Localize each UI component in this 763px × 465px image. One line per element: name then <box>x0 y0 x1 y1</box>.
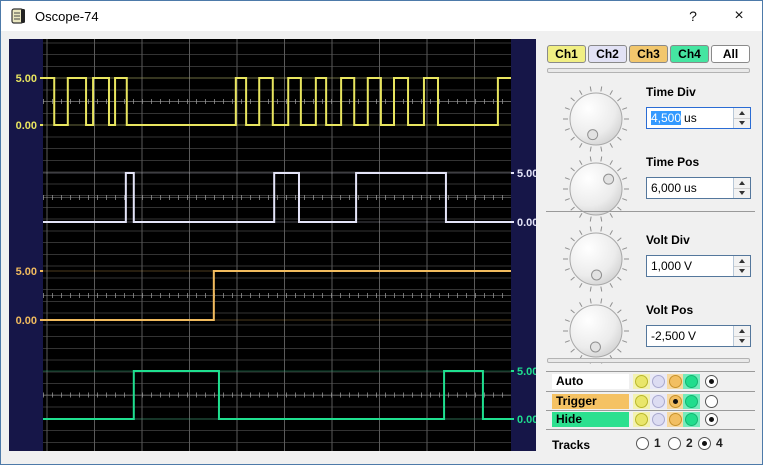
hide-ch1-radio[interactable] <box>633 412 650 427</box>
spin-down-icon[interactable] <box>734 336 750 346</box>
time-div-unit: us <box>684 111 697 125</box>
time-div-value: 4,500 <box>651 111 682 125</box>
svg-text:5.00: 5.00 <box>16 73 37 85</box>
spin-down-icon[interactable] <box>734 188 750 198</box>
hide-ch4-radio[interactable] <box>683 412 700 427</box>
svg-text:5.00: 5.00 <box>517 168 536 180</box>
time-pos-spinbox[interactable]: 6,000 us <box>646 177 751 199</box>
volt-div-spinbox[interactable]: 1,000 V <box>646 255 751 277</box>
channel-button-ch4[interactable]: Ch4 <box>670 45 709 63</box>
spin-down-icon[interactable] <box>734 118 750 128</box>
svg-text:5.00: 5.00 <box>16 266 37 278</box>
separator-groove <box>547 68 750 73</box>
trigger-ch1-radio[interactable] <box>633 394 650 409</box>
separator-groove <box>547 358 750 363</box>
volt-pos-spinbox[interactable]: -2,500 V <box>646 325 751 347</box>
tracks-option-4[interactable]: 4 <box>698 436 723 450</box>
spinner-arrows <box>733 108 750 128</box>
separator <box>546 211 755 212</box>
trigger-none-radio[interactable] <box>703 394 720 409</box>
channel-button-row: Ch1 Ch2 Ch3 Ch4 All <box>547 45 750 63</box>
spin-up-icon[interactable] <box>734 256 750 267</box>
time-pos-label: Time Pos <box>646 155 700 169</box>
auto-none-radio[interactable] <box>703 374 720 389</box>
hide-ch3-radio[interactable] <box>667 412 684 427</box>
volt-div-knob[interactable] <box>558 221 634 297</box>
volt-div-value: 1,000 <box>651 259 682 273</box>
time-pos-value: 6,000 <box>651 181 682 195</box>
channel-button-all[interactable]: All <box>711 45 750 63</box>
time-pos-unit: us <box>684 181 697 195</box>
auto-ch3-radio[interactable] <box>667 374 684 389</box>
tracks-radio-row: 124 <box>546 436 755 454</box>
app-window: Oscope-74 ? × 5.000.005.000.005.000.005.… <box>0 0 763 465</box>
svg-text:0.00: 0.00 <box>16 120 37 132</box>
spinner-arrows <box>733 178 750 198</box>
titlebar: Oscope-74 ? × <box>1 1 762 31</box>
hide-none-radio[interactable] <box>703 412 720 427</box>
svg-text:0.00: 0.00 <box>517 414 536 426</box>
tracks-option-1[interactable]: 1 <box>636 436 661 450</box>
trigger-radio-row <box>546 394 755 409</box>
app-icon <box>11 8 27 24</box>
time-div-label: Time Div <box>646 85 696 99</box>
auto-ch2-radio[interactable] <box>650 374 667 389</box>
help-button[interactable]: ? <box>670 1 716 31</box>
time-div-spinbox[interactable]: 4,500 us <box>646 107 751 129</box>
channel-button-ch2[interactable]: Ch2 <box>588 45 627 63</box>
trigger-ch3-radio[interactable] <box>667 394 684 409</box>
auto-ch1-radio[interactable] <box>633 374 650 389</box>
window-title: Oscope-74 <box>35 8 99 24</box>
trigger-ch2-radio[interactable] <box>650 394 667 409</box>
oscilloscope-display: 5.00 0.00 5.00 0.00 5.00 0.00 5.00 0.00 <box>9 39 538 451</box>
channel-button-ch1[interactable]: Ch1 <box>547 45 586 63</box>
volt-div-unit: V <box>684 259 693 273</box>
channel-button-ch3[interactable]: Ch3 <box>629 45 668 63</box>
separator <box>546 391 755 392</box>
separator <box>546 410 755 411</box>
spinner-arrows <box>733 256 750 276</box>
separator <box>546 429 755 430</box>
spin-up-icon[interactable] <box>734 108 750 119</box>
volt-pos-unit: V <box>688 329 697 343</box>
volt-pos-label: Volt Pos <box>646 303 694 317</box>
hide-radio-row <box>546 412 755 427</box>
hide-ch2-radio[interactable] <box>650 412 667 427</box>
svg-text:5.00: 5.00 <box>517 366 536 378</box>
volt-pos-value: -2,500 <box>651 329 686 343</box>
control-panel: Ch1 Ch2 Ch3 Ch4 All Time Div 4,500 us Ti… <box>546 41 755 461</box>
trigger-ch4-radio[interactable] <box>683 394 700 409</box>
tracks-option-2[interactable]: 2 <box>668 436 693 450</box>
auto-radio-row <box>546 374 755 389</box>
spin-down-icon[interactable] <box>734 266 750 276</box>
spin-up-icon[interactable] <box>734 326 750 337</box>
separator <box>546 371 755 372</box>
time-pos-knob[interactable] <box>558 151 634 227</box>
svg-text:0.00: 0.00 <box>517 217 536 229</box>
close-button[interactable]: × <box>716 1 762 31</box>
auto-ch4-radio[interactable] <box>683 374 700 389</box>
svg-text:0.00: 0.00 <box>16 315 37 327</box>
volt-div-label: Volt Div <box>646 233 690 247</box>
time-div-knob[interactable] <box>558 81 634 157</box>
spinner-arrows <box>733 326 750 346</box>
spin-up-icon[interactable] <box>734 178 750 189</box>
